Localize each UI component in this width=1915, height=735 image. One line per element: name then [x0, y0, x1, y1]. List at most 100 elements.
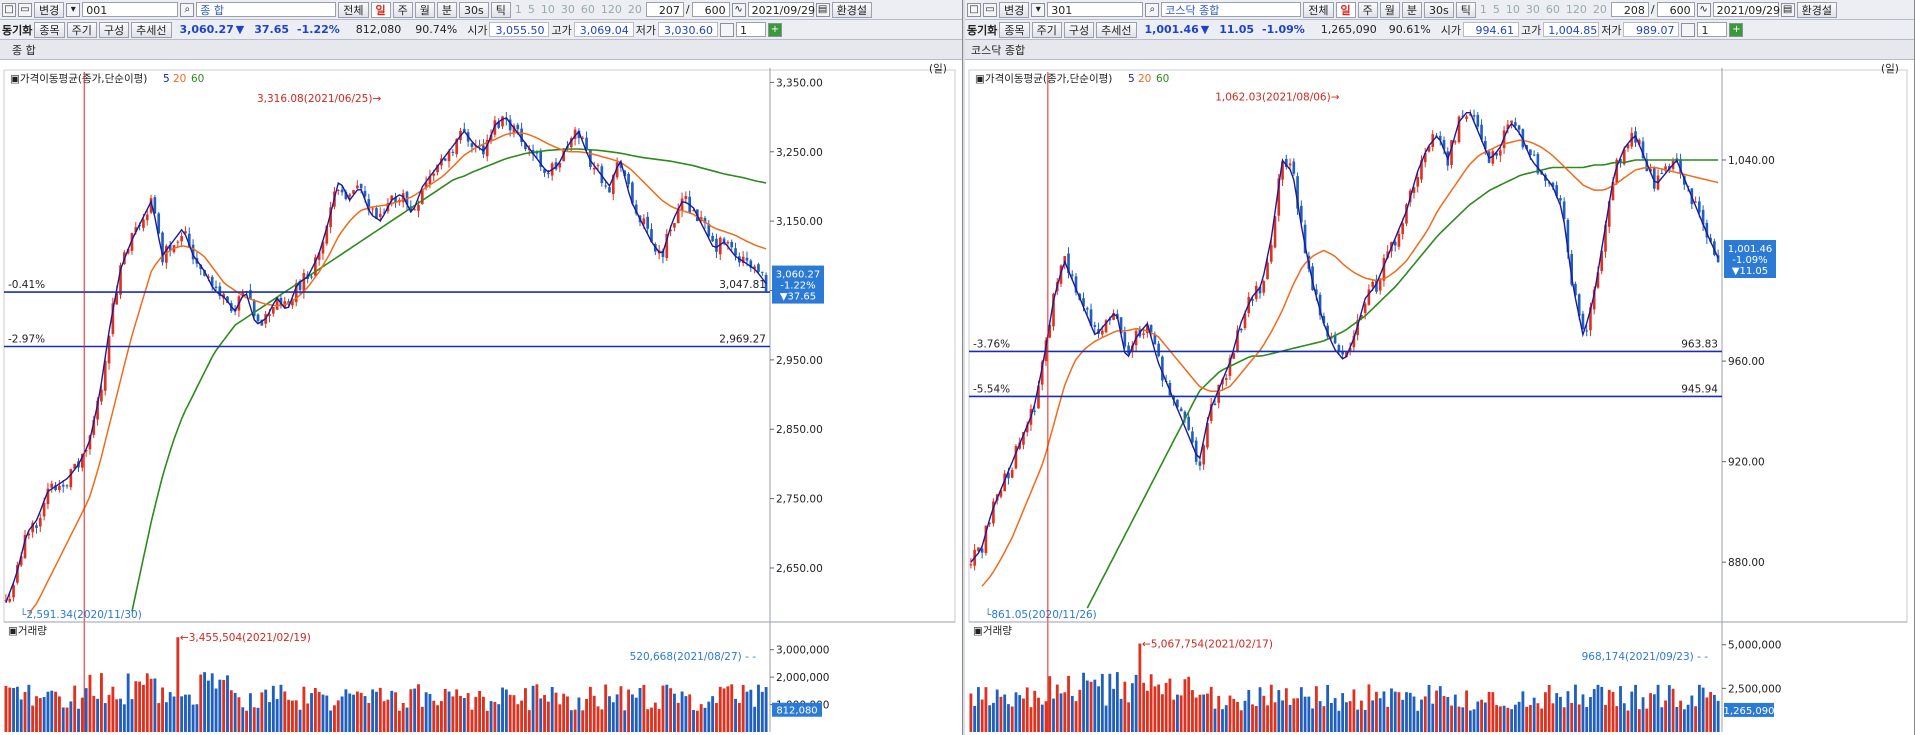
period-week[interactable]: 주	[392, 1, 413, 18]
volume-bar	[1589, 697, 1592, 732]
period-minute[interactable]: 분	[436, 1, 457, 18]
volume-bar	[497, 704, 501, 732]
cycle-button[interactable]: 주기	[1031, 21, 1062, 38]
window-icon[interactable]: □	[2, 2, 16, 17]
volume-recent-annotation: 968,174(2021/09/23) - -	[1582, 651, 1709, 663]
minute-opt[interactable]: 60	[1544, 3, 1562, 16]
minute-opt[interactable]: 120	[1564, 3, 1589, 16]
total-input[interactable]: 600	[1656, 2, 1695, 17]
volume-bar	[1544, 692, 1547, 732]
trend-button[interactable]: 추세선	[131, 21, 172, 38]
all-button[interactable]: 전체	[338, 1, 369, 18]
volume-bar	[1457, 706, 1461, 732]
sync-label[interactable]: 동기화	[967, 22, 997, 38]
period-month[interactable]: 월	[1379, 1, 1400, 18]
minute-opt[interactable]: 10	[1504, 3, 1522, 16]
kosdaq-chart-canvas[interactable]: ▣가격이동평균(종가,단순이평) 5 20 60 1,040.00 960.00 920.0…	[965, 60, 1915, 735]
change-button[interactable]: 변경	[999, 1, 1030, 18]
period-month[interactable]: 월	[414, 1, 435, 18]
add-icon[interactable]: +	[1729, 22, 1744, 37]
search-icon[interactable]: ⌕	[1145, 2, 1160, 17]
date-input[interactable]: 2021/09/29	[747, 2, 815, 17]
volume-bar	[695, 710, 699, 732]
y-tick-label: 2,850.00	[776, 424, 823, 436]
kospi-chart-canvas[interactable]: ▣가격이동평균(종가,단순이평) 5 20 60 3,350.00 3,250.00 3,1…	[0, 60, 963, 735]
volume-bar	[730, 684, 734, 732]
volume-bar	[569, 710, 573, 732]
volume-bar	[546, 701, 550, 732]
dropdown-icon[interactable]: ▾	[66, 2, 81, 17]
candle-body	[1202, 445, 1206, 465]
count-input[interactable]: 207	[645, 2, 684, 17]
checkbox-icon[interactable]	[1681, 22, 1696, 37]
total-input[interactable]: 600	[691, 2, 730, 17]
period-30s[interactable]: 30s	[1424, 1, 1454, 18]
compose-button[interactable]: 구성	[1063, 21, 1095, 38]
minute-opt[interactable]: 5	[526, 3, 537, 16]
period-tick[interactable]: 틱	[1455, 1, 1476, 18]
monitor-icon[interactable]: ▭	[983, 2, 997, 17]
volume-bar	[1108, 673, 1112, 732]
window-icon[interactable]: □	[967, 2, 981, 17]
minute-opt[interactable]: 30	[559, 3, 577, 16]
minute-opt[interactable]: 60	[579, 3, 597, 16]
compose-button[interactable]: 구성	[98, 21, 130, 38]
volume-bar	[1040, 704, 1044, 732]
minute-opt[interactable]: 1	[1478, 3, 1489, 16]
volume-bar	[470, 709, 474, 732]
spin-input[interactable]: 1	[1697, 22, 1728, 37]
item-button[interactable]: 종목	[34, 21, 65, 38]
volume-bar	[241, 707, 245, 732]
period-minute[interactable]: 분	[1401, 1, 1422, 18]
change-button[interactable]: 변경	[34, 1, 65, 18]
volume-bar	[764, 687, 768, 732]
volume-bar	[1044, 701, 1048, 732]
env-icon[interactable]: ▤	[815, 2, 830, 17]
chart-icon[interactable]: ∿	[1696, 2, 1711, 17]
item-button[interactable]: 종목	[999, 21, 1030, 38]
code-input[interactable]: 001	[82, 2, 179, 17]
all-button[interactable]: 전체	[1303, 1, 1334, 18]
trend-button[interactable]: 추세선	[1096, 21, 1137, 38]
add-icon[interactable]: +	[767, 22, 782, 37]
cycle-button[interactable]: 주기	[66, 21, 97, 38]
dropdown-icon[interactable]: ▾	[1031, 2, 1046, 17]
volume-bar	[1284, 688, 1288, 732]
candle-body	[684, 196, 688, 200]
env-button[interactable]: 환경설	[831, 1, 872, 18]
period-day[interactable]: 일	[1335, 1, 1356, 18]
minute-opt[interactable]: 5	[1491, 3, 1502, 16]
period-week[interactable]: 주	[1357, 1, 1378, 18]
date-input[interactable]: 2021/09/29	[1712, 2, 1780, 17]
period-tick[interactable]: 틱	[490, 1, 511, 18]
volume-bar	[1375, 691, 1378, 732]
volume-bar	[1266, 705, 1269, 732]
volume-bar	[1172, 699, 1176, 732]
volume-bar	[111, 686, 115, 732]
count-input[interactable]: 208	[1610, 2, 1649, 17]
chart-icon[interactable]: ∿	[731, 2, 746, 17]
volume-bar	[1386, 706, 1390, 732]
sync-label[interactable]: 동기화	[2, 22, 32, 38]
code-input[interactable]: 301	[1047, 2, 1144, 17]
env-button[interactable]: 환경설	[1796, 1, 1837, 18]
monitor-icon[interactable]: ▭	[18, 2, 32, 17]
minute-opt[interactable]: 1	[513, 3, 524, 16]
spin-input[interactable]: 1	[735, 22, 766, 37]
checkbox-icon[interactable]	[719, 22, 734, 37]
period-day[interactable]: 일	[370, 1, 391, 18]
volume-bar	[1581, 694, 1585, 732]
minute-opt[interactable]: 120	[599, 3, 624, 16]
minute-opt[interactable]: 20	[626, 3, 644, 16]
search-icon[interactable]: ⌕	[180, 2, 195, 17]
candle-body	[378, 213, 382, 217]
name-field[interactable]: 코스닥 종합	[1161, 2, 1302, 17]
name-field[interactable]: 종 합	[196, 2, 337, 17]
volume-bar	[992, 702, 995, 732]
minute-opt[interactable]: 30	[1524, 3, 1542, 16]
candle-body	[1288, 163, 1292, 166]
env-icon[interactable]: ▤	[1780, 2, 1795, 17]
period-30s[interactable]: 30s	[459, 1, 489, 18]
minute-opt[interactable]: 10	[539, 3, 557, 16]
minute-opt[interactable]: 20	[1591, 3, 1609, 16]
